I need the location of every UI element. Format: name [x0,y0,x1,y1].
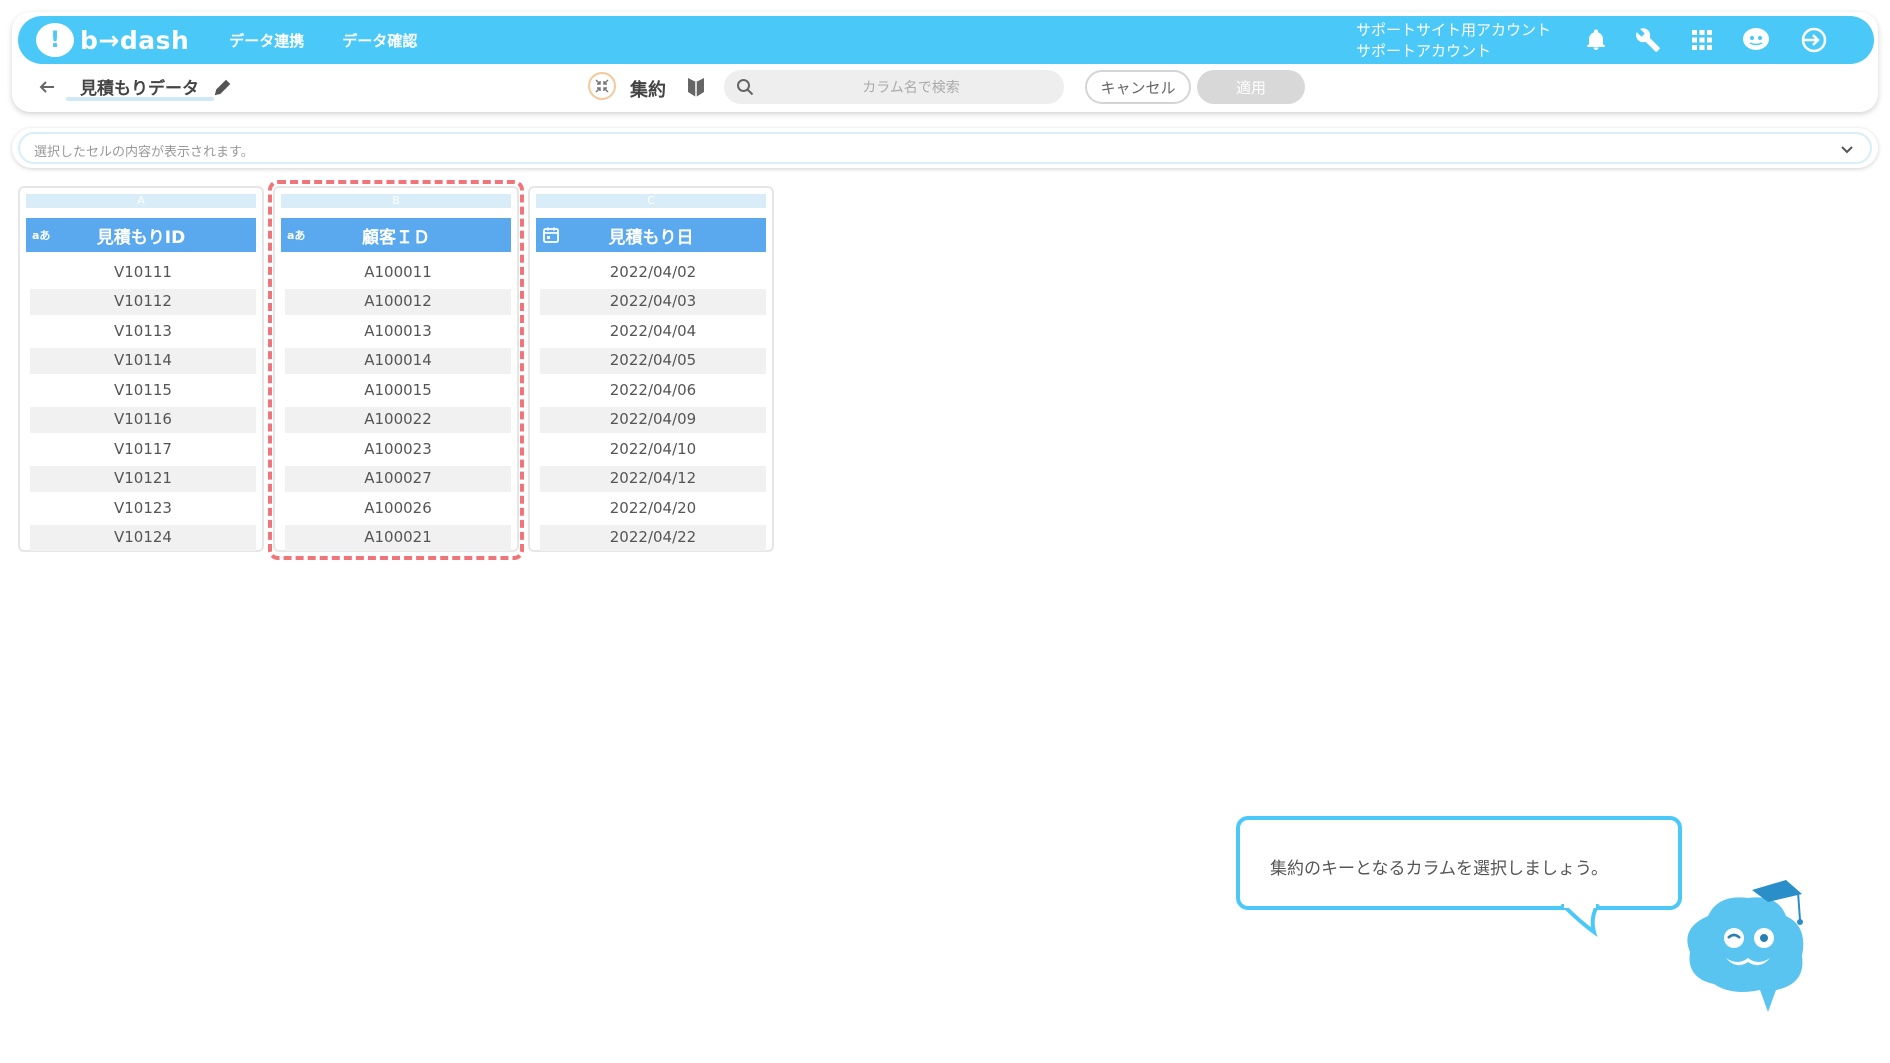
cancel-button[interactable]: キャンセル [1085,70,1191,104]
cell-content-text: 選択したセルの内容が表示されます。 [34,145,254,160]
column-header[interactable]: aあ 見積もりID [26,218,256,252]
account-info[interactable]: サポートサイト用アカウント サポートアカウント [1356,20,1551,62]
aggregate-icon [588,72,616,100]
beginner-mark-icon[interactable] [686,76,706,98]
page-title[interactable]: 見積もりデータ [80,74,199,99]
table-cell[interactable]: V10111 [30,260,256,286]
column-header-label: 顧客ＩＤ [362,227,430,248]
logout-icon[interactable] [1798,24,1830,56]
table-cell[interactable]: A100014 [285,348,511,375]
table-cell[interactable]: 2022/04/03 [540,289,766,316]
global-nav: ! b→dash データ連携 データ確認 サポートサイト用アカウント サポートア… [18,16,1874,64]
cell-content-field[interactable]: 選択したセルの内容が表示されます。 [18,132,1872,164]
table-cell[interactable]: A100012 [285,289,511,316]
table-cell[interactable]: 2022/04/10 [540,437,766,463]
mascot-icon [1687,880,1804,1012]
search-icon [737,79,754,96]
search-box [724,70,1064,106]
column-search-input[interactable] [764,70,1058,106]
table-cell[interactable]: V10117 [30,437,256,463]
mascot-help-icon[interactable] [1740,24,1772,56]
table-cell[interactable]: A100023 [285,437,511,463]
table-cell[interactable]: A100022 [285,407,511,434]
guide-message: 集約のキーとなるカラムを選択しましょう。 [1270,859,1608,879]
guide-bubble: 集約のキーとなるカラムを選択しましょう。 [1236,816,1682,910]
column-header[interactable]: 見積もり日 [536,218,766,252]
column-letter: B [281,194,511,208]
table-cell[interactable]: A100013 [285,319,511,345]
nav-data-check[interactable]: データ確認 [342,30,417,51]
table-cell[interactable]: 2022/04/12 [540,466,766,492]
wrench-icon[interactable] [1632,24,1664,56]
table-cell[interactable]: V10123 [30,496,256,522]
cell-content-bar: 選択したセルの内容が表示されます。 [12,128,1878,168]
table-cell[interactable]: 2022/04/22 [540,525,766,551]
column-a: A aあ 見積もりID V10111 V10112 V10113 V10114 … [18,186,264,552]
table-cell[interactable]: 2022/04/02 [540,260,766,286]
apps-grid-icon[interactable] [1686,24,1718,56]
account-name: サポートサイト用アカウント [1356,21,1552,39]
table-cell[interactable]: A100015 [285,378,511,404]
text-type-icon: aあ [32,229,51,242]
column-header[interactable]: aあ 顧客ＩＤ [281,218,511,252]
logo-mark: ! [36,23,74,57]
bubble-tail [1560,904,1600,937]
table-cell[interactable]: V10124 [30,525,256,551]
pencil-icon[interactable] [214,78,232,96]
table-cell[interactable]: A100027 [285,466,511,492]
table-cell[interactable]: 2022/04/04 [540,319,766,345]
table-cell[interactable]: A100021 [285,525,511,551]
logo[interactable]: ! b→dash [36,23,189,57]
account-sub: サポートアカウント [1356,42,1492,60]
chevron-down-icon[interactable] [1838,140,1856,158]
column-letter: A [26,194,256,208]
mode-label: 集約 [630,80,666,101]
table-cell[interactable]: 2022/04/05 [540,348,766,375]
column-letter: C [536,194,766,208]
column-b: B aあ 顧客ＩＤ A100011 A100012 A100013 A10001… [273,186,519,552]
table-cell[interactable]: 2022/04/20 [540,496,766,522]
column-c: C 見積もり日 2022/04/02 2022/04/03 2022/04/04… [528,186,774,552]
table-cell[interactable]: V10116 [30,407,256,434]
table-cell[interactable]: V10113 [30,319,256,345]
back-arrow-icon[interactable] [36,76,58,98]
title-underline [66,97,214,101]
table-cell[interactable]: A100011 [285,260,511,286]
bell-icon[interactable] [1580,24,1612,56]
table-cell[interactable]: V10121 [30,466,256,492]
table-cell[interactable]: A100026 [285,496,511,522]
column-header-label: 見積もり日 [608,227,694,248]
calendar-icon [543,227,559,243]
nav-data-link[interactable]: データ連携 [229,30,304,51]
table-cell[interactable]: V10114 [30,348,256,375]
apply-button[interactable]: 適用 [1197,70,1305,104]
table-cell[interactable]: 2022/04/06 [540,378,766,404]
column-header-label: 見積もりID [96,227,186,248]
logo-text: b→dash [80,25,190,55]
table-cell[interactable]: 2022/04/09 [540,407,766,434]
table-cell[interactable]: V10115 [30,378,256,404]
table-cell[interactable]: V10112 [30,289,256,316]
text-type-icon: aあ [287,229,306,242]
